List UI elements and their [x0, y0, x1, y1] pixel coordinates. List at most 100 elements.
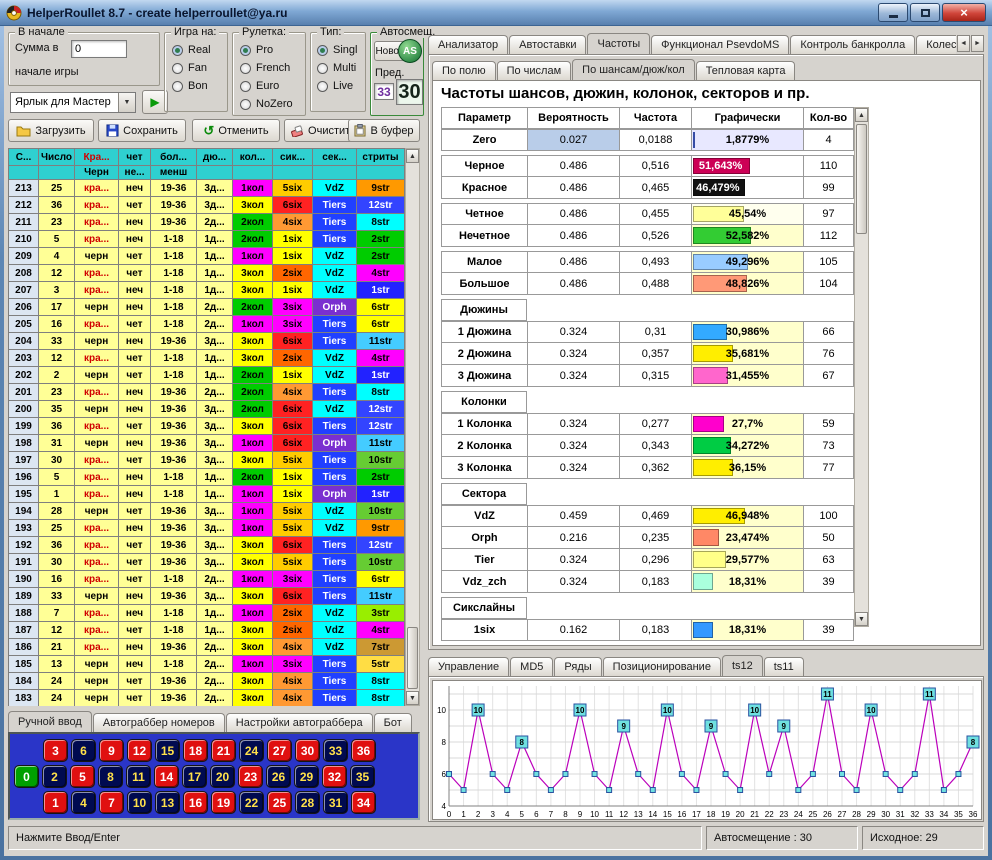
freq-bar-cell[interactable]: 48,826%	[692, 273, 804, 295]
freq-param[interactable]: 1 Дюжина	[442, 321, 528, 343]
freq-param[interactable]: Нечетное	[442, 225, 528, 247]
freq-probability[interactable]: 0.486	[528, 251, 620, 273]
spin-row[interactable]: 2073кра...неч1-181д...3кол1sixVdZ1str	[9, 282, 405, 299]
freq-param[interactable]: Малое	[442, 251, 528, 273]
freq-frequency[interactable]: 0,357	[620, 343, 692, 365]
freq-probability[interactable]: 0.324	[528, 549, 620, 571]
freq-probability[interactable]: 0.324	[528, 571, 620, 593]
freq-row[interactable]: Vdz_zch0.3240,18318,31%39	[441, 571, 854, 593]
freq-count[interactable]: 67	[804, 365, 854, 387]
close-button[interactable]: ×	[942, 3, 986, 22]
radio-live[interactable]: Live	[317, 77, 357, 95]
as-button[interactable]: AS	[398, 39, 422, 63]
freq-frequency[interactable]: 0,343	[620, 435, 692, 457]
start-sum-input[interactable]	[71, 40, 127, 58]
freq-frequency[interactable]: 0,0188	[620, 129, 692, 151]
freq-bar-cell[interactable]: 46,948%	[692, 505, 804, 527]
freq-count[interactable]: 4	[804, 129, 854, 151]
freq-frequency[interactable]: 0,465	[620, 177, 692, 199]
spin-row[interactable]: 2094чернчет1-181д...1кол1sixVdZ2str	[9, 248, 405, 265]
number-tile-7[interactable]: 7	[99, 791, 124, 814]
freq-row[interactable]: Красное0.4860,46546,479%99	[441, 177, 854, 199]
freq-probability[interactable]: 0.324	[528, 457, 620, 479]
spins-header-cell[interactable]: Число	[39, 149, 75, 166]
undo-button[interactable]: ↺ Отменить	[192, 119, 280, 142]
freq-row[interactable]: 3 Дюжина0.3240,31531,455%67	[441, 365, 854, 387]
freq-scrollbar-thumb[interactable]	[856, 124, 867, 234]
freq-frequency[interactable]: 0,183	[620, 571, 692, 593]
freq-count[interactable]: 97	[804, 203, 854, 225]
number-tile-19[interactable]: 19	[211, 791, 236, 814]
spin-row[interactable]: 19325кра...неч19-363д...1кол5sixVdZ9str	[9, 520, 405, 537]
spin-row[interactable]: 2022чернчет1-181д...2кол1sixVdZ1str	[9, 367, 405, 384]
freq-probability[interactable]: 0.486	[528, 177, 620, 199]
freq-frequency[interactable]: 0,296	[620, 549, 692, 571]
freq-row[interactable]: Zero0.0270,01881,8779%4	[441, 129, 854, 151]
freq-bar-cell[interactable]: 23,474%	[692, 527, 804, 549]
number-tile-23[interactable]: 23	[238, 765, 263, 788]
number-tile-34[interactable]: 34	[351, 791, 376, 814]
number-tile-30[interactable]: 30	[295, 739, 320, 762]
freq-count[interactable]: 63	[804, 549, 854, 571]
number-tile-33[interactable]: 33	[323, 739, 348, 762]
tab-автограббер-номеров[interactable]: Автограббер номеров	[93, 713, 225, 732]
scroll-up-arrow-icon[interactable]: ▲	[406, 149, 419, 163]
freq-count[interactable]: 76	[804, 343, 854, 365]
freq-header-cell[interactable]: Вероятность	[528, 107, 620, 129]
spin-row[interactable]: 21236кра...чет19-363д...3кол6sixTiers12s…	[9, 197, 405, 214]
freq-count[interactable]: 50	[804, 527, 854, 549]
spin-row[interactable]: 21123кра...неч19-362д...2кол4sixTiers8st…	[9, 214, 405, 231]
spin-row[interactable]: 18513черннеч1-182д...1кол3sixTiers5str	[9, 656, 405, 673]
freq-param[interactable]: 1 Колонка	[442, 413, 528, 435]
tab-scroll-right-icon[interactable]: ►	[971, 35, 984, 52]
tab-настройки-автограббера[interactable]: Настройки автограббера	[226, 713, 373, 732]
scroll-down-arrow-icon[interactable]: ▼	[406, 691, 419, 705]
spins-header-cell[interactable]: бол...	[151, 149, 197, 166]
number-tile-6[interactable]: 6	[71, 739, 96, 762]
freq-bar-cell[interactable]: 30,986%	[692, 321, 804, 343]
freq-bar-cell[interactable]: 18,31%	[692, 571, 804, 593]
radio-singl[interactable]: Singl	[317, 41, 357, 59]
freq-probability[interactable]: 0.216	[528, 527, 620, 549]
freq-frequency[interactable]: 0,277	[620, 413, 692, 435]
freq-bar-cell[interactable]: 27,7%	[692, 413, 804, 435]
freq-param[interactable]: Tier	[442, 549, 528, 571]
spin-row[interactable]: 1951кра...неч1-181д...1кол1sixOrph1str	[9, 486, 405, 503]
freq-row[interactable]: Большое0.4860,48848,826%104	[441, 273, 854, 295]
subtab-по-полю[interactable]: По полю	[432, 61, 496, 80]
subtab-по-шансам-дюж-кол[interactable]: По шансам/дюж/кол	[572, 59, 695, 80]
combo-dropdown-button[interactable]: ▼	[118, 93, 135, 112]
spins-header-cell[interactable]: С...	[9, 149, 39, 166]
number-tile-11[interactable]: 11	[126, 765, 151, 788]
number-tile-9[interactable]: 9	[99, 739, 124, 762]
freq-frequency[interactable]: 0,362	[620, 457, 692, 479]
freq-probability[interactable]: 0.027	[528, 129, 620, 151]
spins-header-cell[interactable]: дю...	[197, 149, 233, 166]
freq-count[interactable]: 77	[804, 457, 854, 479]
radio-bon[interactable]: Bon	[172, 77, 211, 95]
freq-count[interactable]: 112	[804, 225, 854, 247]
freq-param[interactable]: Zero	[442, 129, 528, 151]
freq-row[interactable]: Tier0.3240,29629,577%63	[441, 549, 854, 571]
freq-frequency[interactable]: 0,488	[620, 273, 692, 295]
freq-row[interactable]: Черное0.4860,51651,643%110	[441, 155, 854, 177]
radio-nozero[interactable]: NoZero	[240, 95, 293, 113]
freq-bar-cell[interactable]: 49,296%	[692, 251, 804, 273]
freq-probability[interactable]: 0.486	[528, 273, 620, 295]
number-tile-18[interactable]: 18	[183, 739, 208, 762]
freq-bar-cell[interactable]: 29,577%	[692, 549, 804, 571]
clipboard-button[interactable]: В буфер	[348, 119, 420, 142]
tab-управление[interactable]: Управление	[428, 657, 509, 676]
titlebar[interactable]: HelperRoullet 8.7 - create helperroullet…	[0, 0, 992, 26]
freq-param[interactable]: Большое	[442, 273, 528, 295]
freq-count[interactable]: 59	[804, 413, 854, 435]
tab-ts11[interactable]: ts11	[764, 657, 804, 676]
freq-row[interactable]: Orph0.2160,23523,474%50	[441, 527, 854, 549]
freq-row[interactable]: 2 Дюжина0.3240,35735,681%76	[441, 343, 854, 365]
number-tile-13[interactable]: 13	[155, 791, 180, 814]
spin-row[interactable]: 18933черннеч19-363д...3кол6sixTiers11str	[9, 588, 405, 605]
save-button[interactable]: Сохранить	[98, 119, 186, 142]
freq-row[interactable]: 1 Колонка0.3240,27727,7%59	[441, 413, 854, 435]
freq-param[interactable]: Orph	[442, 527, 528, 549]
spin-row[interactable]: 19130кра...чет19-363д...3кол5sixTiers10s…	[9, 554, 405, 571]
